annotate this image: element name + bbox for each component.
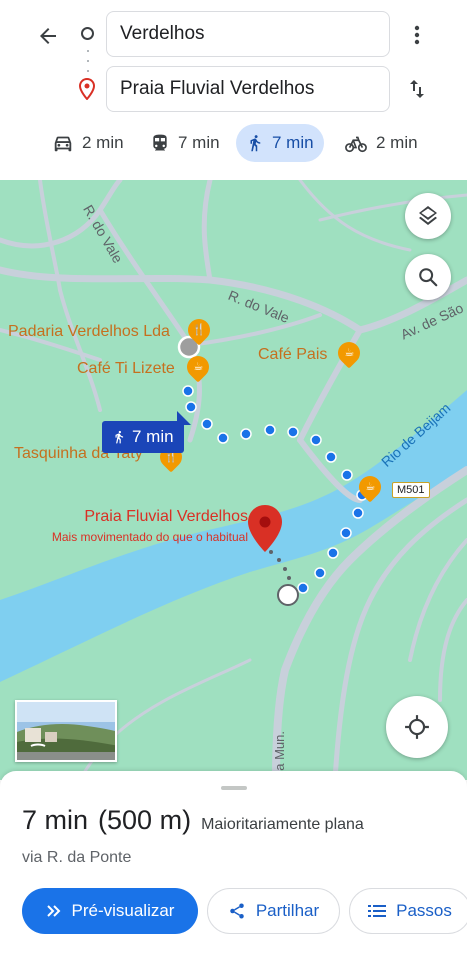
walk-icon [250, 135, 261, 152]
place-label-padaria[interactable]: Padaria Verdelhos Lda [8, 323, 170, 341]
mode-walk-time: 7 min [272, 133, 314, 152]
crosshair-icon [405, 715, 429, 739]
share-icon [230, 903, 244, 919]
place-label-cafe-pais[interactable]: Café Pais [258, 346, 327, 364]
search-icon [419, 268, 438, 287]
destination-map-label[interactable]: Praia Fluvial Verdelhos [0, 508, 248, 526]
route-time-chip[interactable]: 7 min [102, 411, 191, 453]
back-button[interactable] [30, 18, 66, 54]
route-duration: 7 min [22, 805, 89, 835]
back-arrow-icon [40, 28, 56, 44]
share-button-label: Partilhar [255, 901, 320, 920]
origin-circle-icon [81, 27, 94, 40]
travel-mode-tabs: 2 min 7 min 7 min 2 min [0, 124, 467, 164]
route-summary: 7 min (500 m) Maioritariamente plana [22, 805, 364, 836]
street-view-image [17, 702, 115, 760]
mode-walk-tab[interactable]: 7 min [236, 124, 324, 162]
layers-icon [419, 206, 437, 225]
transit-icon [153, 134, 167, 151]
route-terrain: Maioritariamente plana [201, 816, 364, 833]
steps-button-label: Passos [396, 901, 452, 920]
preview-button[interactable]: Pré-visualizar [22, 888, 198, 934]
list-icon [368, 905, 387, 917]
mode-transit-tab[interactable]: 7 min [140, 124, 230, 162]
map-view[interactable]: R. do Vale R. do Vale Av. de São Rio de … [0, 180, 467, 780]
swap-button[interactable] [400, 72, 434, 106]
destination-pin-icon [78, 78, 96, 100]
swap-vert-icon [410, 80, 424, 98]
map-base [0, 180, 467, 780]
search-along-route-button[interactable] [405, 254, 451, 300]
highway-shield: M501 [392, 482, 430, 498]
street-view-thumbnail[interactable] [15, 700, 117, 762]
route-summary-sheet[interactable]: 7 min (500 m) Maioritariamente plana via… [0, 771, 467, 959]
layers-button[interactable] [405, 193, 451, 239]
my-location-button[interactable] [386, 696, 448, 758]
route-via: via R. da Ponte [22, 849, 132, 866]
mode-transit-time: 7 min [178, 133, 220, 152]
car-icon [54, 136, 72, 152]
route-time-chip-label: 7 min [132, 427, 174, 446]
more-options-button[interactable] [400, 18, 434, 52]
drag-handle[interactable] [221, 786, 247, 790]
preview-button-label: Pré-visualizar [71, 901, 175, 920]
mode-car-tab[interactable]: 2 min [42, 124, 134, 162]
origin-input[interactable]: Verdelhos [106, 11, 390, 57]
mode-bike-tab[interactable]: 2 min [334, 124, 428, 162]
mode-bike-time: 2 min [376, 133, 418, 152]
mode-car-time: 2 min [82, 133, 124, 152]
bike-icon [345, 136, 367, 153]
destination-input[interactable]: Praia Fluvial Verdelhos [106, 66, 390, 112]
directions-header: Verdelhos Praia Fluvial Verdelhos 2 min … [0, 0, 467, 180]
double-chevron-icon [46, 905, 60, 917]
more-vert-icon [414, 25, 420, 45]
share-button[interactable]: Partilhar [207, 888, 340, 934]
steps-button[interactable]: Passos [349, 888, 467, 934]
walk-icon [115, 430, 124, 444]
place-label-cafe-ti-lizete[interactable]: Café Ti Lizete [77, 360, 175, 378]
route-distance: (500 m) [98, 805, 192, 835]
route-connector-dots [86, 50, 89, 72]
destination-busyness-label: Mais movimentado do que o habitual [51, 530, 248, 544]
